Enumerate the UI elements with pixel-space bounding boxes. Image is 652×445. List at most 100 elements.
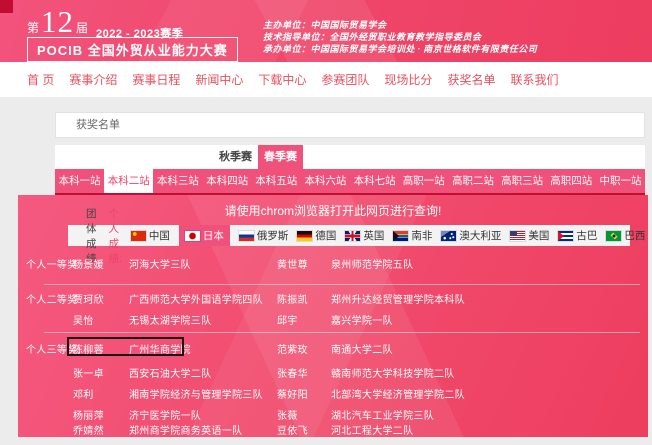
winner-team: 泉州师范学院五队 xyxy=(331,256,413,271)
southafrica-flag-icon xyxy=(393,231,408,241)
winner-name: 吴怡 xyxy=(73,312,94,327)
winner-name: 乔婧然 xyxy=(73,422,104,437)
winner-name: 杨景媛 xyxy=(73,256,104,271)
country-label: 俄罗斯 xyxy=(257,228,289,243)
site-logo: POCIB 全国外贸从业能力大赛 xyxy=(27,37,238,62)
nav-item-awards[interactable]: 获奖名单 xyxy=(447,71,495,88)
country-label: 英国 xyxy=(363,228,384,243)
search-highlight-box xyxy=(67,337,184,356)
station-tab-bar: 本科一站 本科二站 本科三站 本科四站 本科五站 本科六站 本科七站 高职一站 … xyxy=(55,169,645,193)
tab-station-undergrad-4[interactable]: 本科四站 xyxy=(203,169,252,193)
tab-station-vocational-3[interactable]: 高职三站 xyxy=(498,169,547,193)
page: 第12届 2022 - 2023赛季 POCIB 全国外贸从业能力大赛 主办单位… xyxy=(0,0,652,445)
organizer-line: 技术指导单位：全国外经贸职业教育教学指导委员会 xyxy=(263,31,537,43)
winner-name: 蔡好阳 xyxy=(277,386,308,401)
country-label: 日本 xyxy=(203,228,224,243)
tab-station-undergrad-5[interactable]: 本科五站 xyxy=(252,169,301,193)
country-filter-australia[interactable]: 澳大利亚 xyxy=(441,225,501,246)
nav-item-teams[interactable]: 参赛团队 xyxy=(321,71,369,88)
award-row: 个人二等奖: 贾珂欣 广西师范大学外国语学院四队 陈振凯 郑州升达经贸管理学院本… xyxy=(18,291,648,307)
winner-team: 济宁医学院一队 xyxy=(129,407,201,422)
winner-name: 杨丽萍 xyxy=(73,407,104,422)
country-label: 美国 xyxy=(528,228,549,243)
organizer-line: 承办单位：中国国际贸易学会培训处 · 南京世格软件有限责任公司 xyxy=(263,43,537,55)
australia-flag-icon xyxy=(441,231,456,241)
row-divider xyxy=(44,284,640,285)
nav-item-contact[interactable]: 联系我们 xyxy=(510,71,558,88)
award-row: 杨丽萍 济宁医学院一队 张薇 湖北汽车工业学院三队 xyxy=(18,407,648,423)
tab-station-vocational-2[interactable]: 高职二站 xyxy=(448,169,497,193)
tab-station-undergrad-7[interactable]: 本科七站 xyxy=(350,169,399,193)
tab-station-vocational-4[interactable]: 高职四站 xyxy=(547,169,596,193)
country-label: 澳大利亚 xyxy=(459,228,501,243)
corner-square-decoration xyxy=(0,0,13,13)
winner-team: 郑州升达经贸管理学院本科队 xyxy=(331,291,465,306)
row-divider xyxy=(44,332,640,333)
winner-name: 陈振凯 xyxy=(277,291,308,306)
country-filter-brazil[interactable]: 巴西 xyxy=(606,225,645,246)
award-row: 个人一等奖: 杨景媛 河海大学三队 黄世尊 泉州师范学院五队 xyxy=(18,256,648,272)
nav-item-intro[interactable]: 赛事介绍 xyxy=(69,71,117,88)
winner-team: 河北工程大学二队 xyxy=(331,422,413,437)
country-label: 德国 xyxy=(315,228,336,243)
award-row: 吴怡 无锡太湖学院三队 邱宇 嘉兴学院一队 xyxy=(18,312,648,328)
edition-number: 12 xyxy=(39,4,76,39)
winner-team: 湖北汽车工业学院三队 xyxy=(331,407,434,422)
country-filter-uk[interactable]: 英国 xyxy=(345,225,384,246)
winner-team: 嘉兴学院一队 xyxy=(331,312,393,327)
nav-item-schedule[interactable]: 赛事日程 xyxy=(132,71,180,88)
tab-station-undergrad-6[interactable]: 本科六站 xyxy=(301,169,350,193)
winner-name: 范紫玫 xyxy=(277,341,308,356)
edition-prefix: 第 xyxy=(27,21,39,35)
edition-suffix: 届 xyxy=(76,21,88,35)
usa-flag-icon xyxy=(510,231,525,241)
country-label: 古巴 xyxy=(576,228,597,243)
nav-item-live-score[interactable]: 现场比分 xyxy=(384,71,432,88)
tab-autumn-season[interactable]: 秋季赛 xyxy=(213,145,258,169)
country-label: 南非 xyxy=(411,228,432,243)
site-header: 第12届 2022 - 2023赛季 POCIB 全国外贸从业能力大赛 主办单位… xyxy=(0,0,652,62)
country-filter-china[interactable]: 中国 xyxy=(131,225,170,246)
award-panel: 请使用chrom浏览器打开此网页进行查询! 团体成绩 个人成绩: 中国 日本 俄… xyxy=(18,195,648,437)
winner-name: 张一卓 xyxy=(73,365,104,380)
nav-item-news[interactable]: 新闻中心 xyxy=(195,71,243,88)
winner-team: 西安石油大学二队 xyxy=(129,365,211,380)
tab-station-undergrad-1[interactable]: 本科一站 xyxy=(55,169,104,193)
tab-spring-season[interactable]: 春季赛 xyxy=(258,145,303,169)
award-row: 乔婧然 郑州商学院商务英语一队 豆依飞 河北工程大学二队 xyxy=(18,422,648,437)
winner-team: 南通大学二队 xyxy=(331,341,393,356)
country-filter-japan[interactable]: 日本 xyxy=(179,225,230,246)
tab-station-undergrad-3[interactable]: 本科三站 xyxy=(153,169,202,193)
nav-item-download[interactable]: 下载中心 xyxy=(258,71,306,88)
country-label: 中国 xyxy=(149,228,170,243)
country-filter-germany[interactable]: 德国 xyxy=(297,225,336,246)
country-filter-cuba[interactable]: 古巴 xyxy=(558,225,597,246)
winner-name: 豆依飞 xyxy=(277,422,308,437)
winner-team: 河海大学三队 xyxy=(129,256,191,271)
award-row: 张一卓 西安石油大学二队 张春华 赣南师范大学科技学院二队 xyxy=(18,365,648,381)
winner-name: 贾珂欣 xyxy=(73,291,104,306)
main-nav: 首 页 赛事介绍 赛事日程 新闻中心 下载中心 参赛团队 现场比分 获奖名单 联… xyxy=(0,62,652,97)
tab-station-vocational-1[interactable]: 高职一站 xyxy=(399,169,448,193)
edition-label: 第12届 xyxy=(27,4,88,40)
germany-flag-icon xyxy=(297,231,312,241)
russia-flag-icon xyxy=(239,231,254,241)
page-title: 获奖名单 xyxy=(55,112,645,138)
tabs-box: 秋季赛 春季赛 本科一站 本科二站 本科三站 本科四站 本科五站 本科六站 本科… xyxy=(55,145,645,195)
nav-item-home[interactable]: 首 页 xyxy=(27,71,54,88)
winner-name: 张薇 xyxy=(277,407,298,422)
tab-station-secondary-1[interactable]: 中职一站 xyxy=(596,169,645,193)
country-filter-russia[interactable]: 俄罗斯 xyxy=(239,225,289,246)
brazil-flag-icon xyxy=(606,231,621,241)
winner-team: 湘南学院经济与管理学院三队 xyxy=(129,386,263,401)
country-filter-southafrica[interactable]: 南非 xyxy=(393,225,432,246)
uk-flag-icon xyxy=(345,231,360,241)
japan-flag-icon xyxy=(185,231,200,241)
country-filter-usa[interactable]: 美国 xyxy=(510,225,549,246)
winner-team: 赣南师范大学科技学院二队 xyxy=(331,365,455,380)
country-label: 巴西 xyxy=(624,228,645,243)
result-filter-bar: 团体成绩 个人成绩: 中国 日本 俄罗斯 德国 英国 南非 澳大利亚 美国 古巴… xyxy=(68,225,630,246)
winner-name: 黄世尊 xyxy=(277,256,308,271)
tab-station-undergrad-2[interactable]: 本科二站 xyxy=(104,169,153,193)
winner-team: 郑州商学院商务英语一队 xyxy=(129,422,242,437)
